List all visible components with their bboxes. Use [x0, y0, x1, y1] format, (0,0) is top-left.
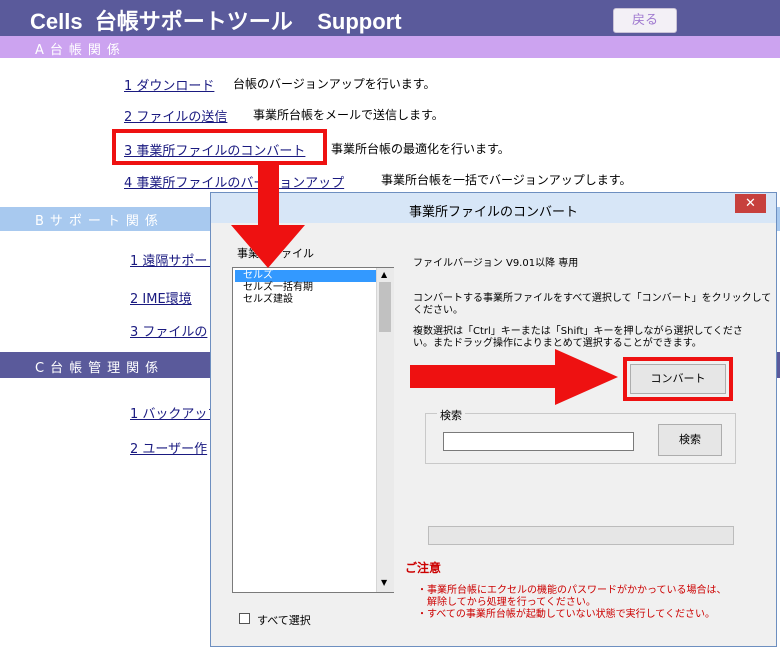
annotation-arrows — [231, 165, 618, 405]
down-arrow-icon — [231, 165, 305, 268]
right-arrow-icon — [410, 349, 618, 405]
